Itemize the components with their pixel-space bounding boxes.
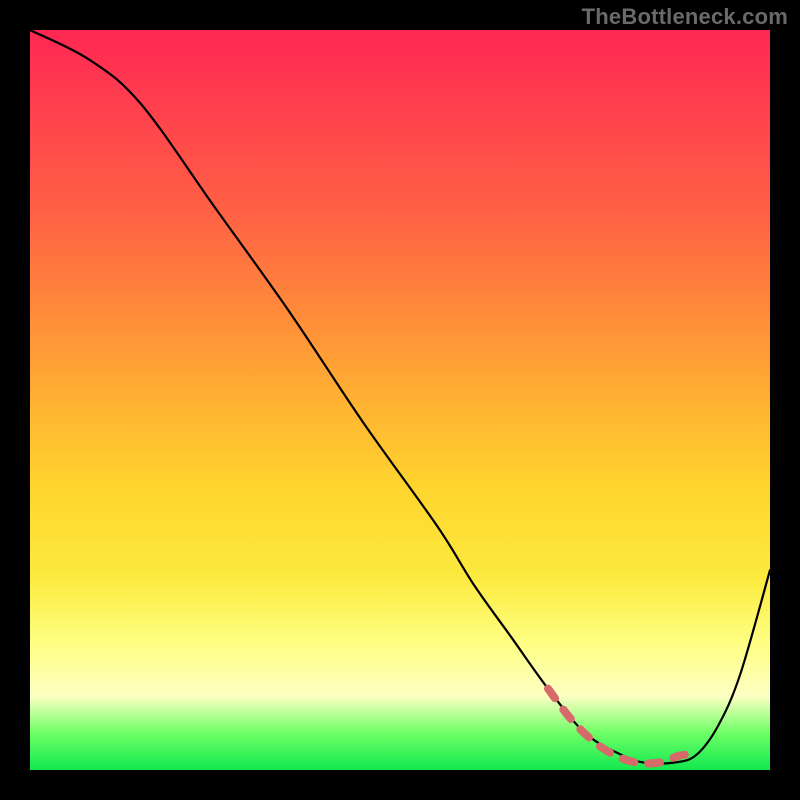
trough-highlight xyxy=(548,689,696,764)
main-curve xyxy=(30,30,770,764)
plot-area xyxy=(30,30,770,770)
chart-container: TheBottleneck.com xyxy=(0,0,800,800)
curve-layer xyxy=(30,30,770,770)
watermark-label: TheBottleneck.com xyxy=(582,4,788,30)
